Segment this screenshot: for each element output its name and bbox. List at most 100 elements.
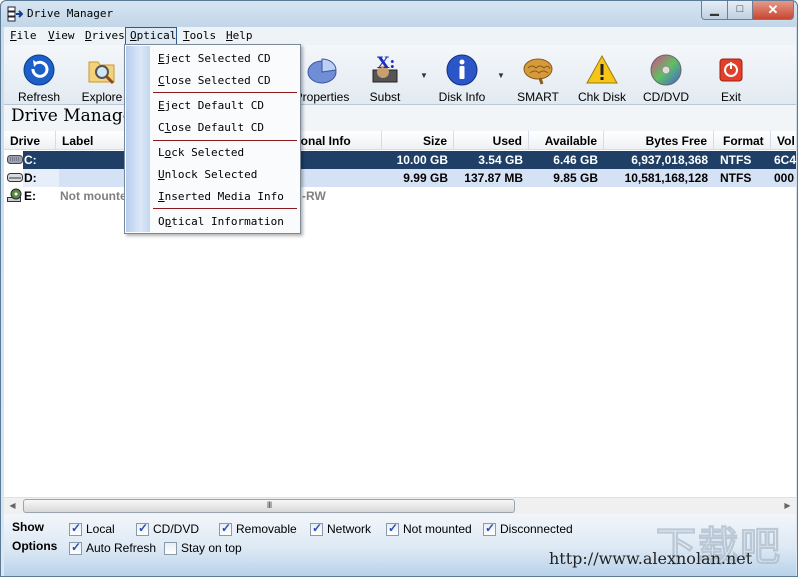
menu-optical[interactable]: Optical xyxy=(125,27,177,45)
refresh-button[interactable]: Refresh xyxy=(11,50,67,104)
close-button[interactable]: ✕ xyxy=(752,1,794,20)
exit-label: Exit xyxy=(720,90,741,104)
menu-file[interactable]: File xyxy=(6,27,41,45)
cell-vol: 000 xyxy=(774,171,795,185)
checkmark-icon: ✓ xyxy=(71,540,82,554)
warning-icon xyxy=(586,54,618,84)
disk-info-label: Disk Info xyxy=(438,90,486,104)
menu-help[interactable]: Help xyxy=(222,27,257,45)
cell-drive: C: xyxy=(24,153,37,167)
title-bar: Drive Manager ▁ □ ✕ xyxy=(1,1,797,27)
cd-drive-icon xyxy=(7,188,22,202)
menu-item-close-selected-cd[interactable]: Close Selected CD xyxy=(158,74,271,92)
close-icon: ✕ xyxy=(767,2,779,17)
watermark-url: http://www.alexnolan.net xyxy=(549,549,753,568)
menu-tools[interactable]: Tools xyxy=(179,27,220,45)
explore-folder-icon xyxy=(88,61,115,85)
cell-used: 3.54 GB xyxy=(478,153,523,167)
hard-drive-icon xyxy=(7,155,23,164)
cell-used: 137.87 MB xyxy=(464,171,523,185)
page-title: Drive Manager xyxy=(11,106,141,126)
cd-dvd-button[interactable]: CD/DVD xyxy=(638,50,694,104)
optical-menu-dropdown: Eject Selected CD Close Selected CD Ejec… xyxy=(124,44,301,234)
disk-info-button[interactable]: Disk Info xyxy=(434,50,490,104)
subst-label: Subst xyxy=(369,90,401,104)
cell-additional-info: -RW xyxy=(302,189,326,203)
maximize-button[interactable]: □ xyxy=(727,1,753,20)
menu-bar: File View Drives Optical Tools Help xyxy=(4,27,796,45)
menu-item-eject-selected-cd[interactable]: Eject Selected CD xyxy=(158,52,271,70)
cell-bytes-free: 10,581,168,128 xyxy=(624,171,708,185)
cell-bytes-free: 6,937,018,368 xyxy=(631,153,708,167)
menu-item-lock-selected[interactable]: Lock Selected xyxy=(158,146,244,164)
cell-size: 10.00 GB xyxy=(396,153,448,167)
properties-button[interactable]: Properties xyxy=(294,50,350,104)
cell-size: 9.99 GB xyxy=(403,171,448,185)
power-icon xyxy=(719,58,743,82)
menu-item-close-default-cd[interactable]: Close Default CD xyxy=(158,121,264,139)
svg-text:X:: X: xyxy=(377,54,395,72)
minimize-icon: ▁ xyxy=(710,4,719,16)
menu-separator xyxy=(153,92,297,93)
col-drive[interactable]: Drive xyxy=(4,131,56,150)
menu-item-unlock-selected[interactable]: Unlock Selected xyxy=(158,168,257,186)
heading-bar: Drive Manager xyxy=(4,105,796,131)
menu-item-inserted-media-info[interactable]: Inserted Media Info xyxy=(158,190,284,208)
hard-drive-icon xyxy=(7,173,23,182)
minimize-button[interactable]: ▁ xyxy=(701,1,728,20)
drive-list[interactable]: Drive Label itional Info Size Used Avail… xyxy=(4,131,796,497)
scroll-left-arrow[interactable]: ◀ xyxy=(4,498,21,514)
refresh-icon xyxy=(23,54,55,86)
cell-label: Not mounte xyxy=(60,189,127,203)
cell-vol: 6C4 xyxy=(774,153,796,167)
cell-format: NTFS xyxy=(720,153,752,167)
cell-available: 9.85 GB xyxy=(553,171,598,185)
checkmark-icon: ✓ xyxy=(71,521,82,535)
show-label: Show xyxy=(12,520,44,534)
table-row[interactable]: C: 10.00 GB 3.54 GB 6.46 GB 6,937,018,36… xyxy=(4,151,796,169)
disc-icon xyxy=(650,54,682,86)
col-available[interactable]: Available xyxy=(529,131,604,150)
scroll-right-arrow[interactable]: ▶ xyxy=(779,498,796,514)
col-size[interactable]: Size xyxy=(382,131,454,150)
app-window: Drive Manager ▁ □ ✕ File View Drives Opt… xyxy=(0,0,798,577)
smart-button[interactable]: SMART xyxy=(510,50,566,104)
menu-drives[interactable]: Drives xyxy=(81,27,129,45)
checkmark-icon: ✓ xyxy=(312,521,323,535)
brain-icon xyxy=(523,58,553,85)
col-vol[interactable]: Vol xyxy=(771,131,796,150)
menu-gutter xyxy=(126,46,150,232)
cell-drive: E: xyxy=(24,189,36,203)
scroll-thumb[interactable]: III xyxy=(23,499,515,513)
pie-chart-icon xyxy=(307,58,337,84)
table-row[interactable]: D: 9.99 GB 137.87 MB 9.85 GB 10,581,168,… xyxy=(4,169,796,187)
col-bytes-free[interactable]: Bytes Free xyxy=(604,131,714,150)
chk-disk-button[interactable]: Chk Disk xyxy=(574,50,630,104)
subst-button[interactable]: X: Subst xyxy=(357,50,413,104)
exit-button[interactable]: Exit xyxy=(703,50,759,104)
checkmark-icon: ✓ xyxy=(388,521,399,535)
col-used[interactable]: Used xyxy=(454,131,529,150)
disk-info-dropdown-arrow[interactable]: ▼ xyxy=(497,71,505,80)
col-format[interactable]: Format xyxy=(714,131,771,150)
menu-view[interactable]: View xyxy=(44,27,79,45)
maximize-icon: □ xyxy=(736,3,744,15)
menu-separator xyxy=(153,140,297,141)
window-title: Drive Manager xyxy=(27,7,114,20)
checkmark-icon: ✓ xyxy=(485,521,496,535)
column-header: Drive Label itional Info Size Used Avail… xyxy=(4,131,796,150)
checkmark-icon: ✓ xyxy=(138,521,149,535)
options-label: Options xyxy=(12,539,58,553)
explore-button[interactable]: Explore xyxy=(74,50,130,104)
cell-format: NTFS xyxy=(720,171,752,185)
checkmark-icon: ✓ xyxy=(221,521,232,535)
app-icon xyxy=(7,6,23,22)
menu-item-eject-default-cd[interactable]: Eject Default CD xyxy=(158,99,264,117)
table-row[interactable]: E: Not mounte -RW xyxy=(4,187,796,205)
subst-drive-icon: X: xyxy=(372,54,398,83)
menu-item-optical-information[interactable]: Optical Information xyxy=(158,215,284,233)
subst-dropdown-arrow[interactable]: ▼ xyxy=(420,71,428,80)
scroll-grip: III xyxy=(266,500,273,510)
toolbar: Refresh Explore Properties X: Subst ▼ Di… xyxy=(4,45,796,105)
horizontal-scrollbar[interactable]: ◀ III ▶ xyxy=(4,497,796,514)
